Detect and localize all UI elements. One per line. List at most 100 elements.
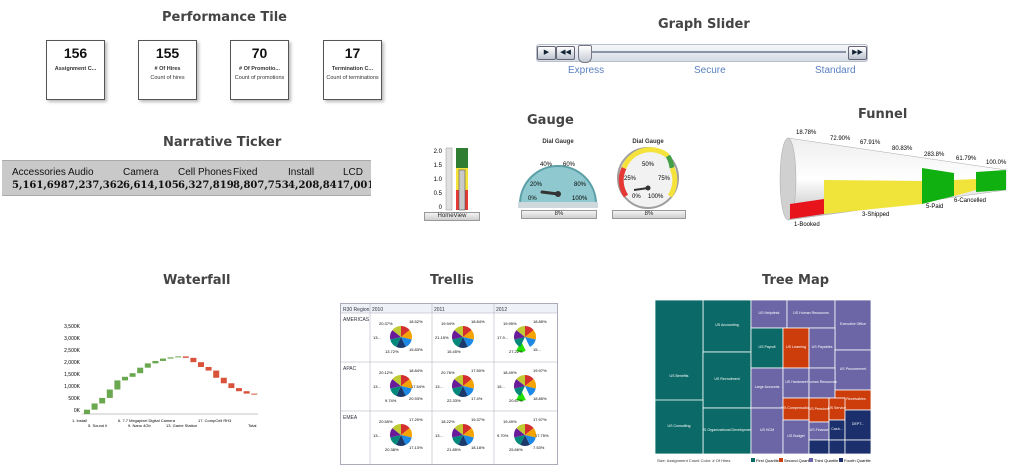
tree-map-cell-label: US HCM <box>760 428 774 432</box>
tree-map-cell-label: US Payables <box>812 345 833 349</box>
waterfall-bar <box>137 367 144 374</box>
trellis-row-label: AMERICAS <box>343 317 370 323</box>
legend-text: Size: <box>657 458 666 463</box>
tile-assignment-count[interactable]: 156 Assignment C... <box>46 40 105 100</box>
waterfall-bar <box>99 397 106 404</box>
tile-label: Termination C... <box>331 66 374 72</box>
waterfall-x-label: 1. Install <box>72 418 87 423</box>
tree-map-cell-label: US Organizational Development <box>701 428 752 432</box>
tree-map-cell-label: US Benefits <box>670 374 689 378</box>
trellis-title: Trellis <box>430 273 474 288</box>
waterfall-bar <box>220 377 227 384</box>
dial1-tick: 100% <box>572 196 588 202</box>
ticker-item: Accessories 5,161,698 <box>12 167 68 191</box>
tree-map-chart: US Accounting US Helpdesk US Human Resourc… <box>655 300 872 463</box>
ticker-value: 6,327,819 <box>178 180 234 191</box>
funnel-pct: 67.91% <box>860 140 881 146</box>
dial2-title: Dial Gauge <box>632 139 664 145</box>
slider-thumb[interactable] <box>578 45 592 63</box>
tile-hires[interactable]: 155 # Of Hires Count of hires <box>138 40 197 100</box>
trellis-pie-label: 9.70% <box>497 433 509 438</box>
play-button[interactable]: ▶ <box>537 46 556 60</box>
legend-text: Color: <box>701 458 712 463</box>
ticker-label: Cell Phones <box>178 167 232 178</box>
trellis-pie-label: 7.53% <box>533 445 545 450</box>
trellis-pie-label: 18.84% <box>471 319 485 324</box>
ticker-value: 5,161,698 <box>12 180 68 191</box>
waterfall-bar <box>243 391 250 394</box>
trellis-header: 2010 <box>372 307 383 313</box>
trellis-pie-label: 13... <box>373 335 381 340</box>
ticker-label: Fixed <box>233 167 258 178</box>
waterfall-y-tick: 3,000K <box>64 336 81 342</box>
tree-map-cell-label: US Compensation <box>781 406 810 410</box>
rewind-button[interactable]: ◀◀ <box>556 46 575 60</box>
gauge-title: Gauge <box>527 113 574 128</box>
trellis-row-label: APAC <box>343 366 357 372</box>
tree-map-cell-label: US Hardware <box>785 380 807 384</box>
ticker-label: Accessories <box>12 167 66 178</box>
trellis-pie-label: 17.9... <box>497 335 508 340</box>
waterfall-x-label: 5. Sound Ii <box>88 423 107 428</box>
funnel-pct: 18.78% <box>796 130 817 136</box>
waterfall-y-tick: 500K <box>68 396 80 402</box>
tile-value: 70 <box>251 45 268 61</box>
tile-promotions[interactable]: 70 # Of Promotio... Count of promotions <box>230 40 289 100</box>
slider-rail <box>580 51 846 53</box>
waterfall-bar <box>198 362 204 367</box>
dial2-tick: 0% <box>632 194 641 200</box>
waterfall-bar <box>205 366 212 371</box>
funnel-stage-label: 1-Booked <box>794 222 820 228</box>
narrative-ticker-title: Narrative Ticker <box>163 135 282 150</box>
trellis-pie-label: 17.75% <box>535 433 549 438</box>
waterfall-x-label: 13. Game Station <box>166 423 197 428</box>
waterfall-bar <box>84 409 90 414</box>
tile-subtext: Count of hires <box>150 75 185 81</box>
dial1-tick: 60% <box>563 162 576 168</box>
tree-map-cell-label: Large Accounts <box>755 385 780 389</box>
tree-map-cell[interactable] <box>828 439 846 455</box>
funnel-pct: 72.90% <box>830 136 851 142</box>
tree-map-cell[interactable] <box>808 439 830 455</box>
trellis-pie-label: 18.18% <box>471 445 485 450</box>
slider-label-express[interactable]: Express <box>568 65 604 76</box>
waterfall-x-label: Total <box>248 423 257 428</box>
narrative-ticker[interactable]: Accessories 5,161,698 Audio 7,237,362 Came… <box>2 160 371 196</box>
tree-map-cells: US Accounting US Helpdesk US Human Resourc… <box>655 300 872 455</box>
slider-label-secure[interactable]: Secure <box>694 65 726 76</box>
graph-slider-title: Graph Slider <box>658 17 750 32</box>
trellis-pie-label: 20.38% <box>385 447 399 452</box>
tree-map-title: Tree Map <box>762 273 830 288</box>
tree-map-cell-label: US Pensions <box>809 407 830 411</box>
trellis-pie-label: 13... <box>373 433 381 438</box>
slider-label-standard[interactable]: Standard <box>815 65 856 76</box>
tile-value: 155 <box>155 45 180 61</box>
trellis-pie-label: 15.83% <box>409 347 423 352</box>
trellis-header: R30 Region <box>343 307 370 313</box>
dial1-base <box>518 202 598 208</box>
ticker-label: LCD <box>343 167 364 178</box>
waterfall-bar <box>160 358 166 361</box>
tile-value: 17 <box>344 45 361 61</box>
dial1-tick: 40% <box>540 162 553 168</box>
tile-value: 156 <box>63 45 88 61</box>
dial-gauge-1: 20% 40% 60% 80% 0% 100% <box>518 162 598 208</box>
tile-label: # Of Hires <box>154 66 181 72</box>
trellis-chart: R30 Region 2010 2011 2012 AMERICAS APAC … <box>340 303 558 465</box>
waterfall-y-tick: 3,500K <box>64 324 81 330</box>
tree-map-cell[interactable] <box>844 439 872 455</box>
waterfall-bar <box>175 356 182 358</box>
waterfall-bar <box>91 403 98 410</box>
trellis-pie-label: 18.85% <box>533 319 547 324</box>
tile-terminations[interactable]: 17 Termination C... Count of termination… <box>323 40 382 100</box>
trellis-pie-label: 21.15% <box>435 335 449 340</box>
funnel-pct: 283.8% <box>924 152 945 158</box>
waterfall-y-tick: 0K <box>74 408 81 414</box>
forward-button[interactable]: ▶▶ <box>848 46 867 60</box>
bulb-tick: 1.5 <box>434 163 443 169</box>
funnel-stage-yellow <box>824 180 922 214</box>
bulb-caption[interactable]: HomeView <box>424 212 480 221</box>
trellis-pie-label: 20.76% <box>441 370 455 375</box>
legend-swatch <box>839 458 843 462</box>
bulb-tick: 2.0 <box>434 149 443 155</box>
